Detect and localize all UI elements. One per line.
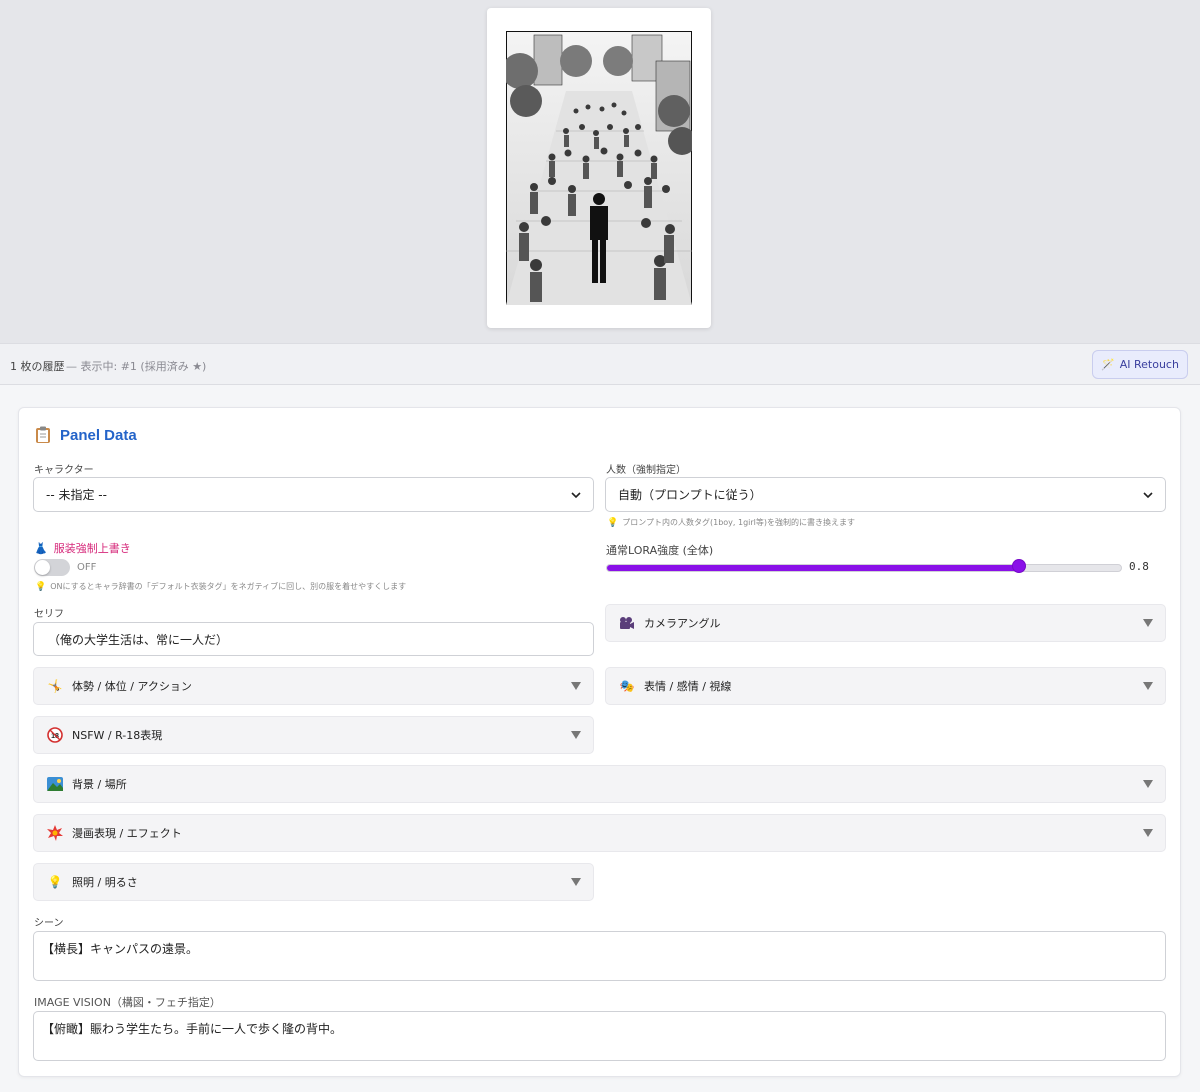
collision-icon xyxy=(46,824,64,842)
dress-icon: 👗 xyxy=(34,541,48,555)
no-under-18-icon: 18 xyxy=(46,726,64,744)
chevron-down-icon xyxy=(571,491,581,498)
accordion-lighting[interactable]: 💡 照明 / 明るさ xyxy=(33,863,594,901)
accordion-expression[interactable]: 🎭 表情 / 感情 / 視線 xyxy=(605,667,1166,705)
character-label: キャラクター xyxy=(34,465,94,476)
lora-strength-slider-thumb[interactable] xyxy=(1011,559,1026,573)
scene-textarea[interactable]: 【横長】キャンパスの遠景。 xyxy=(33,931,1166,981)
history-bar: 1 枚の履歴 — 表示中: #1 (採用済み ★) 🪄 AI Retouch xyxy=(0,343,1200,385)
magic-wand-icon: 🪄 xyxy=(1101,358,1115,371)
accordion-background[interactable]: 背景 / 場所 xyxy=(33,765,1166,803)
accordion-lighting-label: 照明 / 明るさ xyxy=(72,876,138,889)
panel-data-card: Panel Data キャラクター -- 未指定 -- 人数（強制指定） 自動（… xyxy=(18,407,1181,1077)
accordion-manga-label: 漫画表現 / エフェクト xyxy=(72,827,182,840)
caret-down-icon xyxy=(571,731,581,739)
theater-masks-icon: 🎭 xyxy=(619,679,635,693)
accordion-nsfw[interactable]: 18 NSFW / R-18表現 xyxy=(33,716,594,754)
accordion-manga-effects[interactable]: 漫画表現 / エフェクト xyxy=(33,814,1166,852)
accordion-pose-label: 体勢 / 体位 / アクション xyxy=(72,680,192,693)
accordion-background-label: 背景 / 場所 xyxy=(72,778,127,791)
serif-input-value: （俺の大学生活は、常に一人だ） xyxy=(48,632,229,647)
caret-down-icon xyxy=(1143,829,1153,837)
caret-down-icon xyxy=(571,878,581,886)
outfit-override-hint: 💡 ONにするとキャラ辞書の「デフォルト衣装タグ」をネガティブに回し、別の服を着… xyxy=(35,581,406,592)
svg-text:18: 18 xyxy=(51,733,59,740)
people-count-label: 人数（強制指定） xyxy=(606,465,686,476)
lora-strength-value: 0.8 xyxy=(1129,560,1149,573)
panel-title-text: Panel Data xyxy=(60,426,137,444)
outfit-override-label-text: 服装強制上書き xyxy=(53,542,131,555)
people-count-select-value: 自動（プロンプトに従う） xyxy=(618,488,762,502)
accordion-camera-label: カメラアングル xyxy=(644,617,721,630)
caret-down-icon xyxy=(1143,682,1153,690)
people-count-hint-text: プロンプト内の人数タグ(1boy, 1girl等)を強制的に書き換えます xyxy=(622,518,856,527)
toggle-knob xyxy=(35,560,50,575)
history-count: 1 枚の履歴 xyxy=(10,360,65,373)
lora-strength-label: 通常LORA強度 (全体) xyxy=(606,544,714,557)
character-select-value: -- 未指定 -- xyxy=(46,488,107,502)
panel-title: Panel Data xyxy=(35,426,137,444)
serif-label: セリフ xyxy=(34,609,64,620)
chevron-down-icon xyxy=(1143,491,1153,498)
image-vision-textarea[interactable]: 【俯瞰】賑わう学生たち。手前に一人で歩く隆の背中。 xyxy=(33,1011,1166,1061)
lightbulb-icon: 💡 xyxy=(35,581,47,592)
outfit-override-hint-text: ONにするとキャラ辞書の「デフォルト衣装タグ」をネガティブに回し、別の服を着せや… xyxy=(50,582,407,591)
scene-textarea-value: 【横長】キャンパスの遠景。 xyxy=(42,942,199,956)
accordion-pose[interactable]: 🤸 体勢 / 体位 / アクション xyxy=(33,667,594,705)
lora-strength-slider-track[interactable] xyxy=(606,564,1122,572)
caret-down-icon xyxy=(1143,619,1153,627)
outfit-override-toggle[interactable] xyxy=(34,559,70,576)
caret-down-icon xyxy=(1143,780,1153,788)
history-status: — 表示中: #1 (採用済み ★) xyxy=(66,360,207,373)
cartwheel-icon: 🤸 xyxy=(47,679,63,693)
ai-retouch-button[interactable]: 🪄 AI Retouch xyxy=(1092,350,1188,379)
outfit-override-label: 👗 服装強制上書き xyxy=(34,540,131,556)
serif-input[interactable]: （俺の大学生活は、常に一人だ） xyxy=(33,622,594,656)
manga-panel-image xyxy=(506,31,692,305)
people-count-select[interactable]: 自動（プロンプトに従う） xyxy=(605,477,1166,512)
caret-down-icon xyxy=(571,682,581,690)
movie-camera-icon xyxy=(618,614,636,632)
lora-strength-slider-fill xyxy=(607,565,1019,571)
landscape-image-icon xyxy=(46,775,64,793)
image-vision-label: IMAGE VISION（構図・フェチ指定） xyxy=(34,996,221,1009)
accordion-expression-label: 表情 / 感情 / 視線 xyxy=(644,680,732,693)
lightbulb-icon: 💡 xyxy=(607,517,619,528)
lightbulb-icon: 💡 xyxy=(47,875,63,889)
accordion-camera-angle[interactable]: カメラアングル xyxy=(605,604,1166,642)
generated-image-card[interactable] xyxy=(487,8,711,328)
image-vision-textarea-value: 【俯瞰】賑わう学生たち。手前に一人で歩く隆の背中。 xyxy=(42,1022,343,1036)
character-select[interactable]: -- 未指定 -- xyxy=(33,477,594,512)
ai-retouch-label: AI Retouch xyxy=(1119,358,1179,371)
clipboard-icon xyxy=(36,426,50,443)
outfit-override-state: OFF xyxy=(77,562,97,573)
people-count-hint: 💡 プロンプト内の人数タグ(1boy, 1girl等)を強制的に書き換えます xyxy=(607,517,855,528)
image-preview-area xyxy=(0,0,1200,343)
scene-label: シーン xyxy=(34,918,64,929)
accordion-nsfw-label: NSFW / R-18表現 xyxy=(72,729,163,742)
